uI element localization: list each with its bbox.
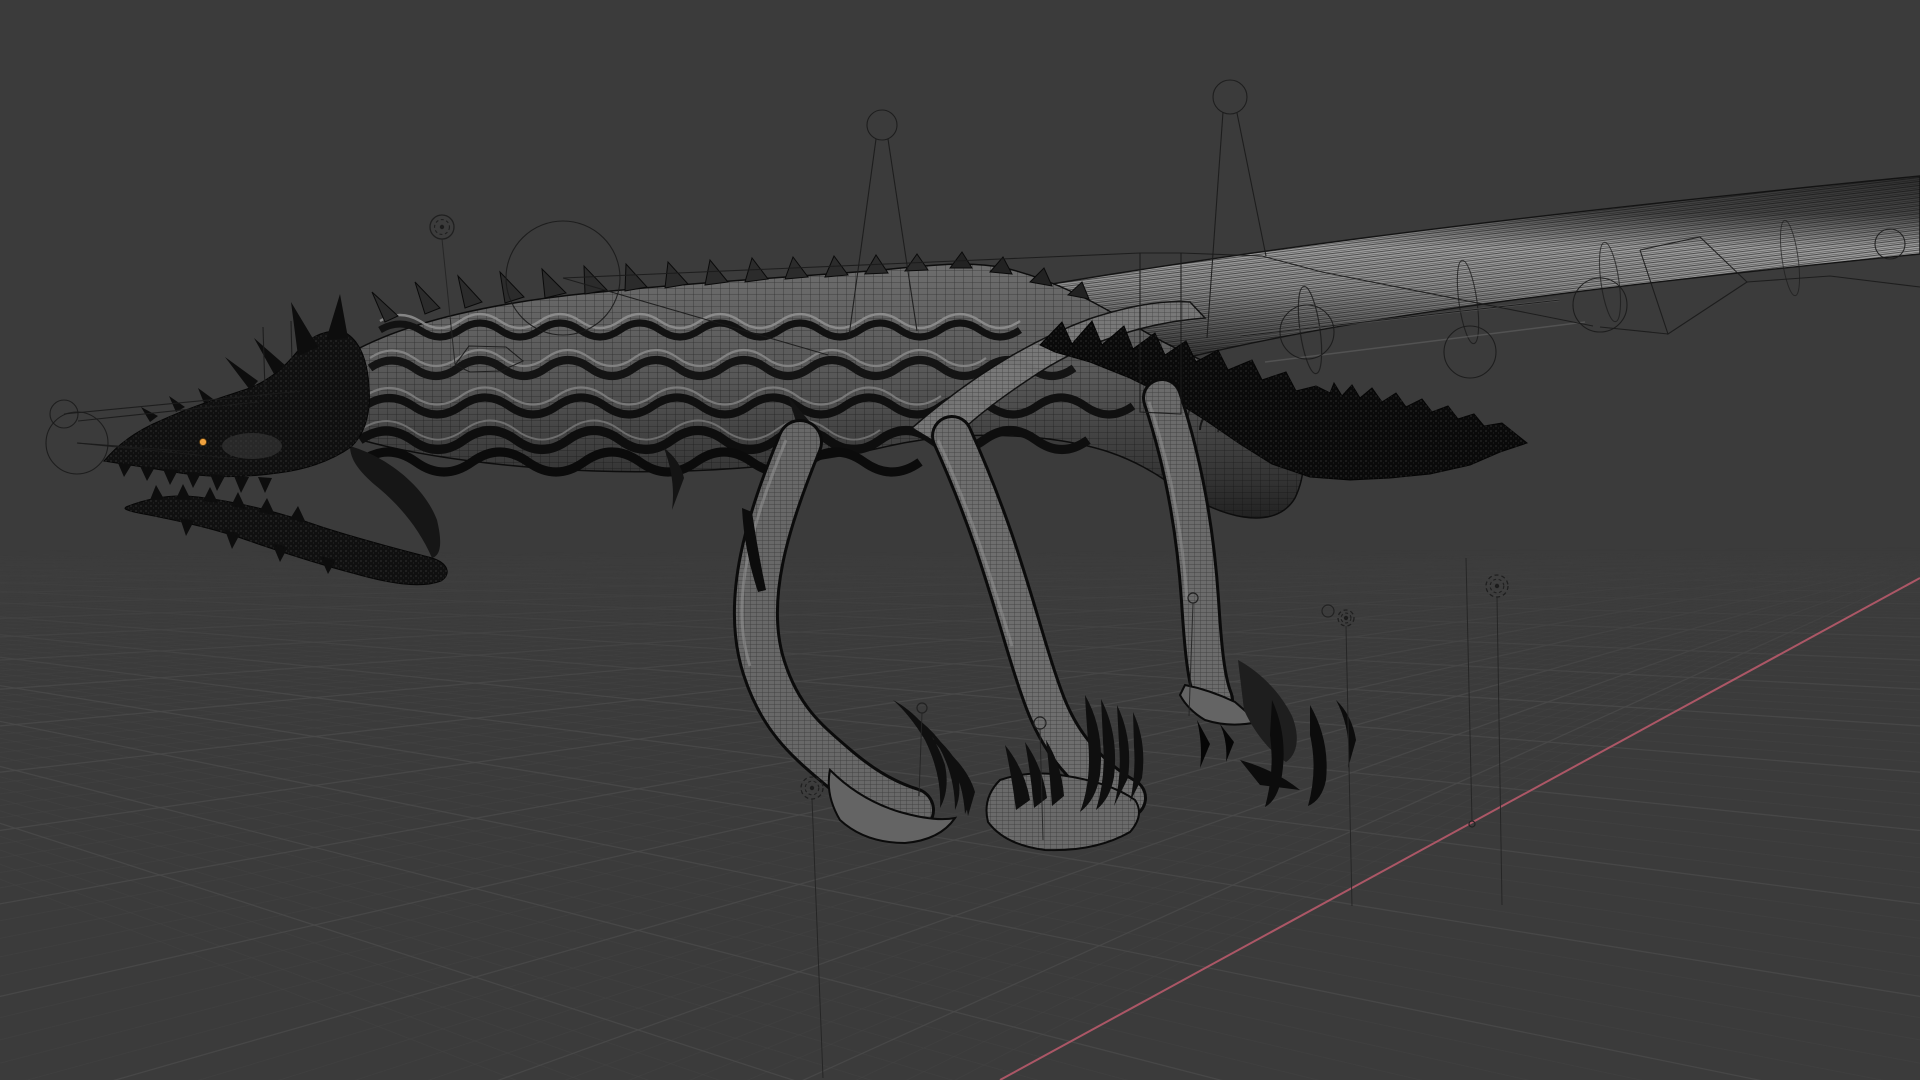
target-center-dot	[439, 224, 445, 230]
target-center-dot	[1343, 615, 1349, 621]
origin-point[interactable]	[199, 438, 207, 446]
viewport-canvas	[0, 0, 1920, 1080]
target-center-dot	[809, 785, 815, 791]
target-center-dot	[1494, 583, 1500, 589]
3d-viewport[interactable]	[0, 0, 1920, 1080]
